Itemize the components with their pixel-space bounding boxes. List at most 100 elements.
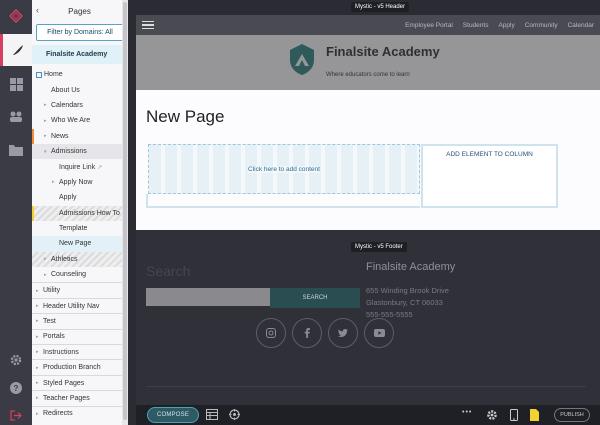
expand-toggle-icon[interactable]: ▸ xyxy=(44,133,51,139)
footer-divider xyxy=(146,386,586,387)
panel-scrollbar[interactable] xyxy=(122,0,128,425)
page-tree-label: Production Branch xyxy=(43,364,101,372)
nav-link[interactable]: Community xyxy=(525,22,558,29)
expand-toggle-icon[interactable]: ▾ xyxy=(44,149,51,155)
logout-icon[interactable] xyxy=(0,399,32,425)
page-tree-item[interactable]: ▸ Athletics xyxy=(32,251,127,268)
expand-toggle-icon[interactable]: ▸ xyxy=(36,288,43,294)
page-tree: Home About Us ▸ Calendars ▸ Who We Are ▸ News ▾ A… xyxy=(32,67,127,421)
icon-rail: ? xyxy=(0,0,32,425)
panel-header: ‹ Pages xyxy=(32,0,127,22)
nav-link[interactable]: Students xyxy=(463,22,489,29)
youtube-icon[interactable] xyxy=(364,318,394,348)
twitter-icon[interactable] xyxy=(328,318,358,348)
footer-search-button[interactable]: SEARCH xyxy=(270,288,360,308)
hamburger-menu-icon[interactable] xyxy=(142,19,154,32)
scrollbar-thumb[interactable] xyxy=(123,2,127,420)
expand-toggle-icon[interactable]: ▸ xyxy=(36,395,43,401)
page-tree-item[interactable]: Admissions How To xyxy=(32,205,127,222)
footer-search-input[interactable] xyxy=(146,288,270,306)
page-tree-item[interactable]: ▸ Who We Are xyxy=(32,113,127,128)
page-tree-item[interactable]: ▾ Admissions xyxy=(32,143,127,160)
dropzone-border xyxy=(146,194,420,208)
page-tree-label: Counseling xyxy=(51,271,87,279)
site-school-name[interactable]: Finalsite Academy xyxy=(326,44,440,59)
add-content-label[interactable]: Click here to add content xyxy=(248,165,320,173)
chevron-left-icon[interactable]: ‹ xyxy=(36,5,39,15)
expand-toggle-icon[interactable]: ▸ xyxy=(36,334,43,340)
page-tree-label: Calendars xyxy=(51,101,83,109)
document-status-icon[interactable] xyxy=(530,409,539,421)
layout-icon[interactable] xyxy=(206,409,218,420)
compose-feather-icon[interactable] xyxy=(0,34,32,66)
more-options-icon[interactable]: ••• xyxy=(462,409,472,416)
page-tree-item[interactable]: About Us xyxy=(32,82,127,97)
page-tree-label: Apply Now xyxy=(59,178,93,186)
expand-toggle-icon[interactable]: ▸ xyxy=(36,380,43,386)
expand-toggle-icon[interactable]: ▸ xyxy=(36,303,43,309)
expand-toggle-icon[interactable]: ▸ xyxy=(44,272,51,278)
school-crest-icon xyxy=(290,44,314,75)
expand-toggle-icon[interactable]: ▸ xyxy=(36,411,43,417)
expand-toggle-icon[interactable]: ▸ xyxy=(36,318,43,324)
users-icon[interactable] xyxy=(0,100,32,132)
expand-toggle-icon[interactable]: ▸ xyxy=(36,349,43,355)
page-tree-item[interactable]: ▸ Production Branch xyxy=(32,359,127,374)
mobile-preview-icon[interactable] xyxy=(510,409,518,421)
add-element-label[interactable]: ADD ELEMENT TO COLUMN xyxy=(423,151,556,158)
content-dropzone[interactable]: Click here to add content xyxy=(148,144,420,194)
expand-toggle-icon[interactable]: ▸ xyxy=(44,256,51,262)
page-tree-label: Admissions How To xyxy=(59,209,120,217)
page-tree-label: New Page xyxy=(59,240,92,248)
expand-toggle-icon[interactable]: ▸ xyxy=(52,179,59,185)
page-tree-item[interactable]: ▸ Header Utility Nav xyxy=(32,297,127,313)
filter-domains-button[interactable]: Filter by Domains: All xyxy=(36,24,124,41)
page-tree-label: Instructions xyxy=(43,348,79,356)
page-tree-item[interactable]: Inquire Link ↗ xyxy=(32,159,127,174)
page-tree-item[interactable]: ▸ News xyxy=(32,128,127,145)
page-tree-item[interactable]: ▸ Utility xyxy=(32,282,127,297)
facebook-icon[interactable] xyxy=(292,318,322,348)
nav-link[interactable]: Apply xyxy=(498,22,514,29)
dashboard-icon[interactable] xyxy=(0,68,32,100)
instagram-icon[interactable] xyxy=(256,318,286,348)
header-tooltip: Mystic - v5 Header xyxy=(351,2,410,12)
page-tree-label: Admissions xyxy=(51,148,87,156)
publish-button[interactable]: PUBLISH xyxy=(554,408,590,422)
page-tree-label: Header Utility Nav xyxy=(43,302,100,310)
page-tree-item[interactable]: Template xyxy=(32,221,127,236)
page-tree-item[interactable]: Apply xyxy=(32,190,127,205)
page-tree-item[interactable]: ▸ Portals xyxy=(32,328,127,344)
page-tree-item[interactable]: ▸ Test xyxy=(32,313,127,328)
page-tree-label: Who We Are xyxy=(51,117,91,125)
expand-toggle-icon[interactable]: ▸ xyxy=(44,102,51,108)
domain-label[interactable]: Finalsite Academy xyxy=(32,45,127,64)
footer-school-name: Finalsite Academy xyxy=(366,261,456,273)
column-dropzone[interactable]: ADD ELEMENT TO COLUMN xyxy=(421,144,558,208)
finalsite-logo-icon[interactable] xyxy=(0,0,32,32)
svg-text:?: ? xyxy=(14,384,19,393)
page-title[interactable]: New Page xyxy=(146,107,224,127)
page-tree-item[interactable]: ▸ Instructions xyxy=(32,344,127,359)
page-tree-item[interactable]: ▸ Apply Now xyxy=(32,175,127,190)
bottom-toolbar: COMPOSE ••• PUBLISH xyxy=(136,405,600,425)
nav-link[interactable]: Employee Portal xyxy=(405,22,453,29)
expand-toggle-icon[interactable]: ▸ xyxy=(36,365,43,371)
panel-title: Pages xyxy=(68,6,91,16)
expand-toggle-icon[interactable]: ▸ xyxy=(44,118,51,124)
page-tree-item[interactable]: ▸ Counseling xyxy=(32,267,127,282)
page-tree-item[interactable]: New Page xyxy=(32,236,127,252)
nav-link[interactable]: Calendar xyxy=(568,22,594,29)
page-tree-item[interactable]: ▸ Calendars xyxy=(32,98,127,113)
page-tree-item[interactable]: ▸ Styled Pages xyxy=(32,374,127,390)
page-tree-item[interactable]: ▸ Teacher Pages xyxy=(32,390,127,405)
page-tree-item[interactable]: ▸ Redirects xyxy=(32,405,127,421)
folder-icon[interactable] xyxy=(0,134,32,166)
page-tree-item[interactable]: Home xyxy=(32,67,127,82)
target-icon[interactable] xyxy=(229,409,240,420)
page-tree-label: Test xyxy=(43,317,56,325)
nav-links: Employee Portal Students Apply Community Cal… xyxy=(405,22,594,29)
page-tree-label: About Us xyxy=(51,86,80,94)
settings-gear-icon[interactable] xyxy=(486,409,498,421)
compose-button[interactable]: COMPOSE xyxy=(148,408,198,422)
